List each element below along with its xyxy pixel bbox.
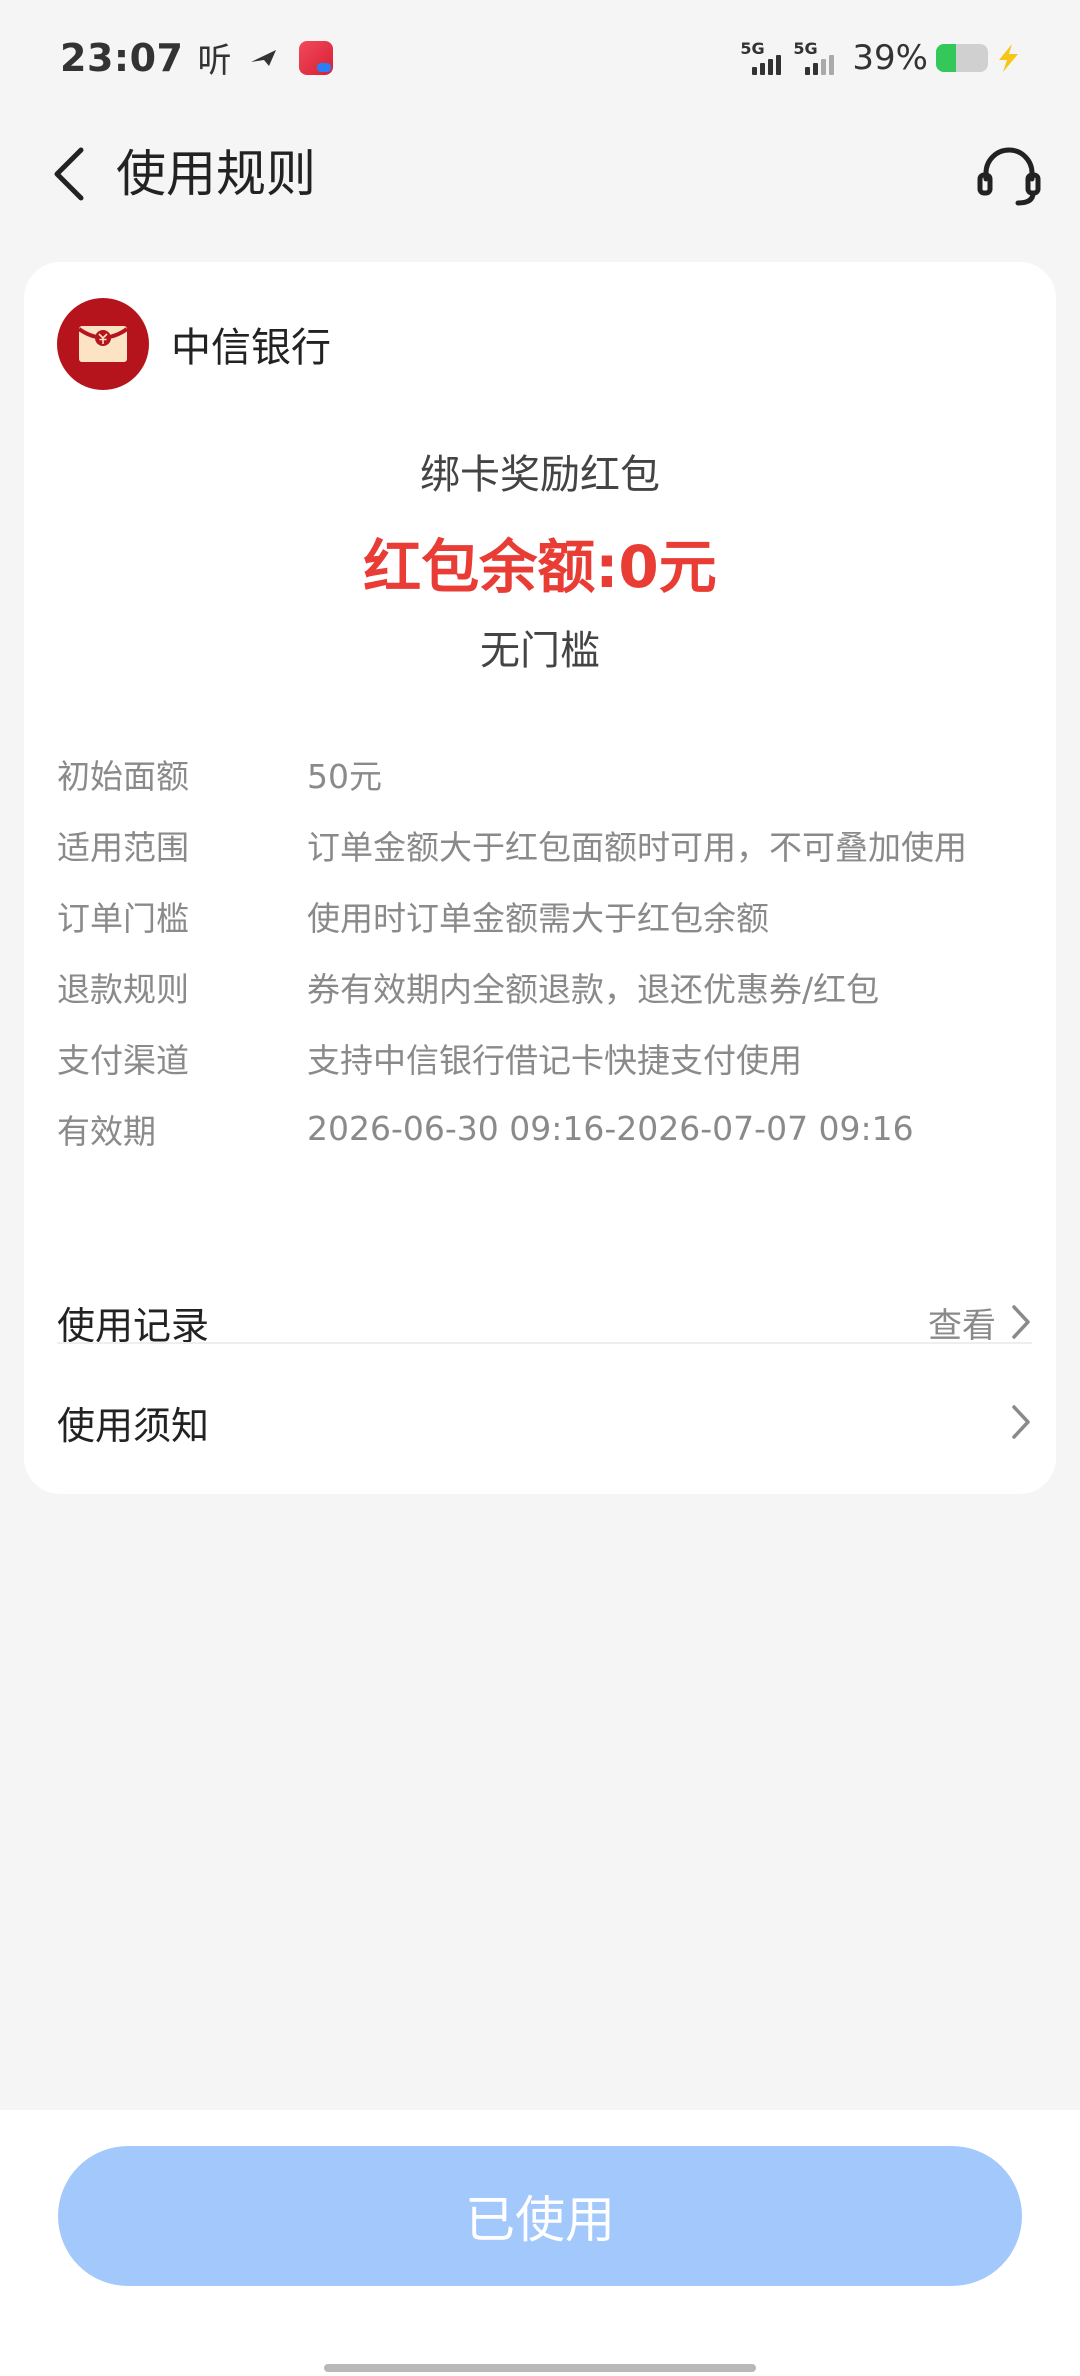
header: 使用规则 xyxy=(0,115,1080,235)
rule-row: 退款规则 券有效期内全额退款，退还优惠券/红包 xyxy=(57,951,1037,1022)
rule-label: 初始面额 xyxy=(57,756,189,796)
status-left: 23:07 听 xyxy=(60,33,334,82)
customer-service-icon[interactable] xyxy=(968,135,1050,217)
threshold-text: 无门槛 xyxy=(480,628,600,674)
battery-percentage: 39% xyxy=(852,37,928,78)
rule-value: 50元 xyxy=(307,756,382,796)
status-right: 5G 5G 39% xyxy=(740,38,1022,78)
usage-notice-action[interactable] xyxy=(1010,1403,1032,1441)
rule-value: 使用时订单金额需大于红包余额 xyxy=(307,898,769,938)
home-indicator[interactable] xyxy=(324,2364,756,2372)
app-notification-icon xyxy=(299,40,334,75)
rule-row: 适用范围 订单金额大于红包面额时可用，不可叠加使用 xyxy=(57,809,1037,880)
rule-label: 适用范围 xyxy=(57,827,189,867)
network-type-2: 5G xyxy=(793,38,818,58)
status-ting: 听 xyxy=(197,41,232,81)
network-type-1: 5G xyxy=(740,38,765,58)
rule-value: 订单金额大于红包面额时可用，不可叠加使用 xyxy=(307,827,967,867)
bank-row: 中信银行 xyxy=(57,298,331,390)
status-time: 23:07 xyxy=(60,35,184,80)
signal-icon-1: 5G xyxy=(740,38,782,75)
rule-label: 有效期 xyxy=(57,1111,156,1151)
chevron-right-icon xyxy=(1012,1405,1030,1439)
battery-level xyxy=(936,43,957,72)
rule-row: 订单门槛 使用时订单金额需大于红包余额 xyxy=(57,880,1037,951)
rule-value: 支持中信银行借记卡快捷支付使用 xyxy=(307,1040,802,1080)
coupon-card: 中信银行 绑卡奖励红包 红包余额:0元 无门槛 初始面额 50元 适用范围 订单… xyxy=(24,262,1056,1494)
rules-list: 初始面额 50元 适用范围 订单金额大于红包面额时可用，不可叠加使用 订单门槛 … xyxy=(57,738,1037,1164)
status-bar: 23:07 听 5G 5G 39% xyxy=(0,0,1080,115)
usage-notice-title: 使用须知 xyxy=(57,1403,210,1448)
charging-bolt-icon xyxy=(994,43,1022,73)
balance-amount: 红包余额:0元 xyxy=(363,533,717,601)
red-envelope-icon xyxy=(57,298,149,390)
signal-icon-2: 5G xyxy=(793,38,835,75)
rule-row: 有效期 2026-06-30 09:16-2026-07-07 09:16 xyxy=(57,1093,1037,1164)
rule-value: 券有效期内全额退款，退还优惠券/红包 xyxy=(307,969,880,1009)
rule-row: 初始面额 50元 xyxy=(57,738,1037,809)
usage-records-action[interactable]: 查看 xyxy=(928,1298,1032,1347)
used-button[interactable]: 已使用 xyxy=(58,2146,1022,2286)
rule-label: 退款规则 xyxy=(57,969,189,1009)
rule-label: 订单门槛 xyxy=(57,898,189,938)
usage-notice-row[interactable]: 使用须知 xyxy=(57,1362,1032,1482)
page-title: 使用规则 xyxy=(116,145,316,203)
battery-icon xyxy=(936,43,988,72)
airplane-icon xyxy=(249,46,279,70)
reward-name: 绑卡奖励红包 xyxy=(420,452,660,498)
bottom-action-bar: 已使用 xyxy=(0,2110,1080,2376)
divider xyxy=(57,1342,1032,1344)
rule-label: 支付渠道 xyxy=(57,1040,189,1080)
bank-name: 中信银行 xyxy=(171,325,331,371)
chevron-right-icon xyxy=(1012,1305,1030,1339)
rule-value: 2026-06-30 09:16-2026-07-07 09:16 xyxy=(307,1109,914,1148)
rule-row: 支付渠道 支持中信银行借记卡快捷支付使用 xyxy=(57,1022,1037,1093)
back-arrow-icon[interactable] xyxy=(34,139,104,209)
view-link[interactable]: 查看 xyxy=(928,1298,996,1347)
